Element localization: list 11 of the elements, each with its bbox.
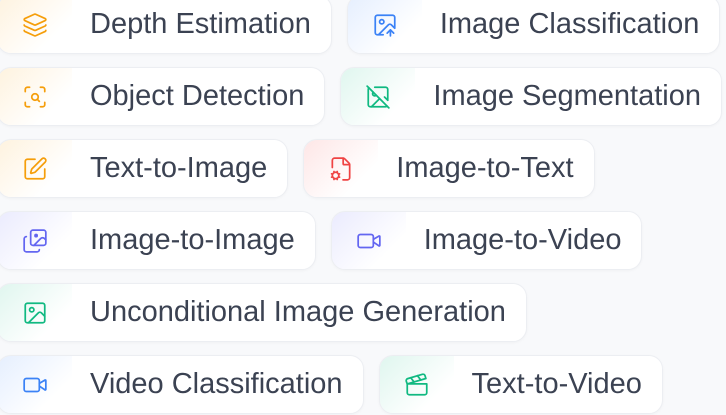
task-tag[interactable]: Unconditional Image Generation	[0, 283, 527, 342]
task-tag[interactable]: Image Segmentation	[340, 67, 722, 126]
task-tag[interactable]: Object Detection	[0, 67, 326, 126]
task-tag[interactable]: Image Classification	[346, 0, 720, 54]
task-tag[interactable]: Image-to-Image	[0, 211, 316, 270]
task-tag[interactable]: Text-to-Image	[0, 139, 288, 198]
task-tag[interactable]: Image-to-Text	[303, 139, 595, 198]
task-tag[interactable]: Image-to-Video	[330, 211, 642, 270]
task-tag[interactable]: Depth Estimation	[0, 0, 332, 54]
task-tag[interactable]: Video Classification	[0, 355, 364, 414]
task-tag[interactable]: Text-to-Video	[378, 355, 663, 414]
